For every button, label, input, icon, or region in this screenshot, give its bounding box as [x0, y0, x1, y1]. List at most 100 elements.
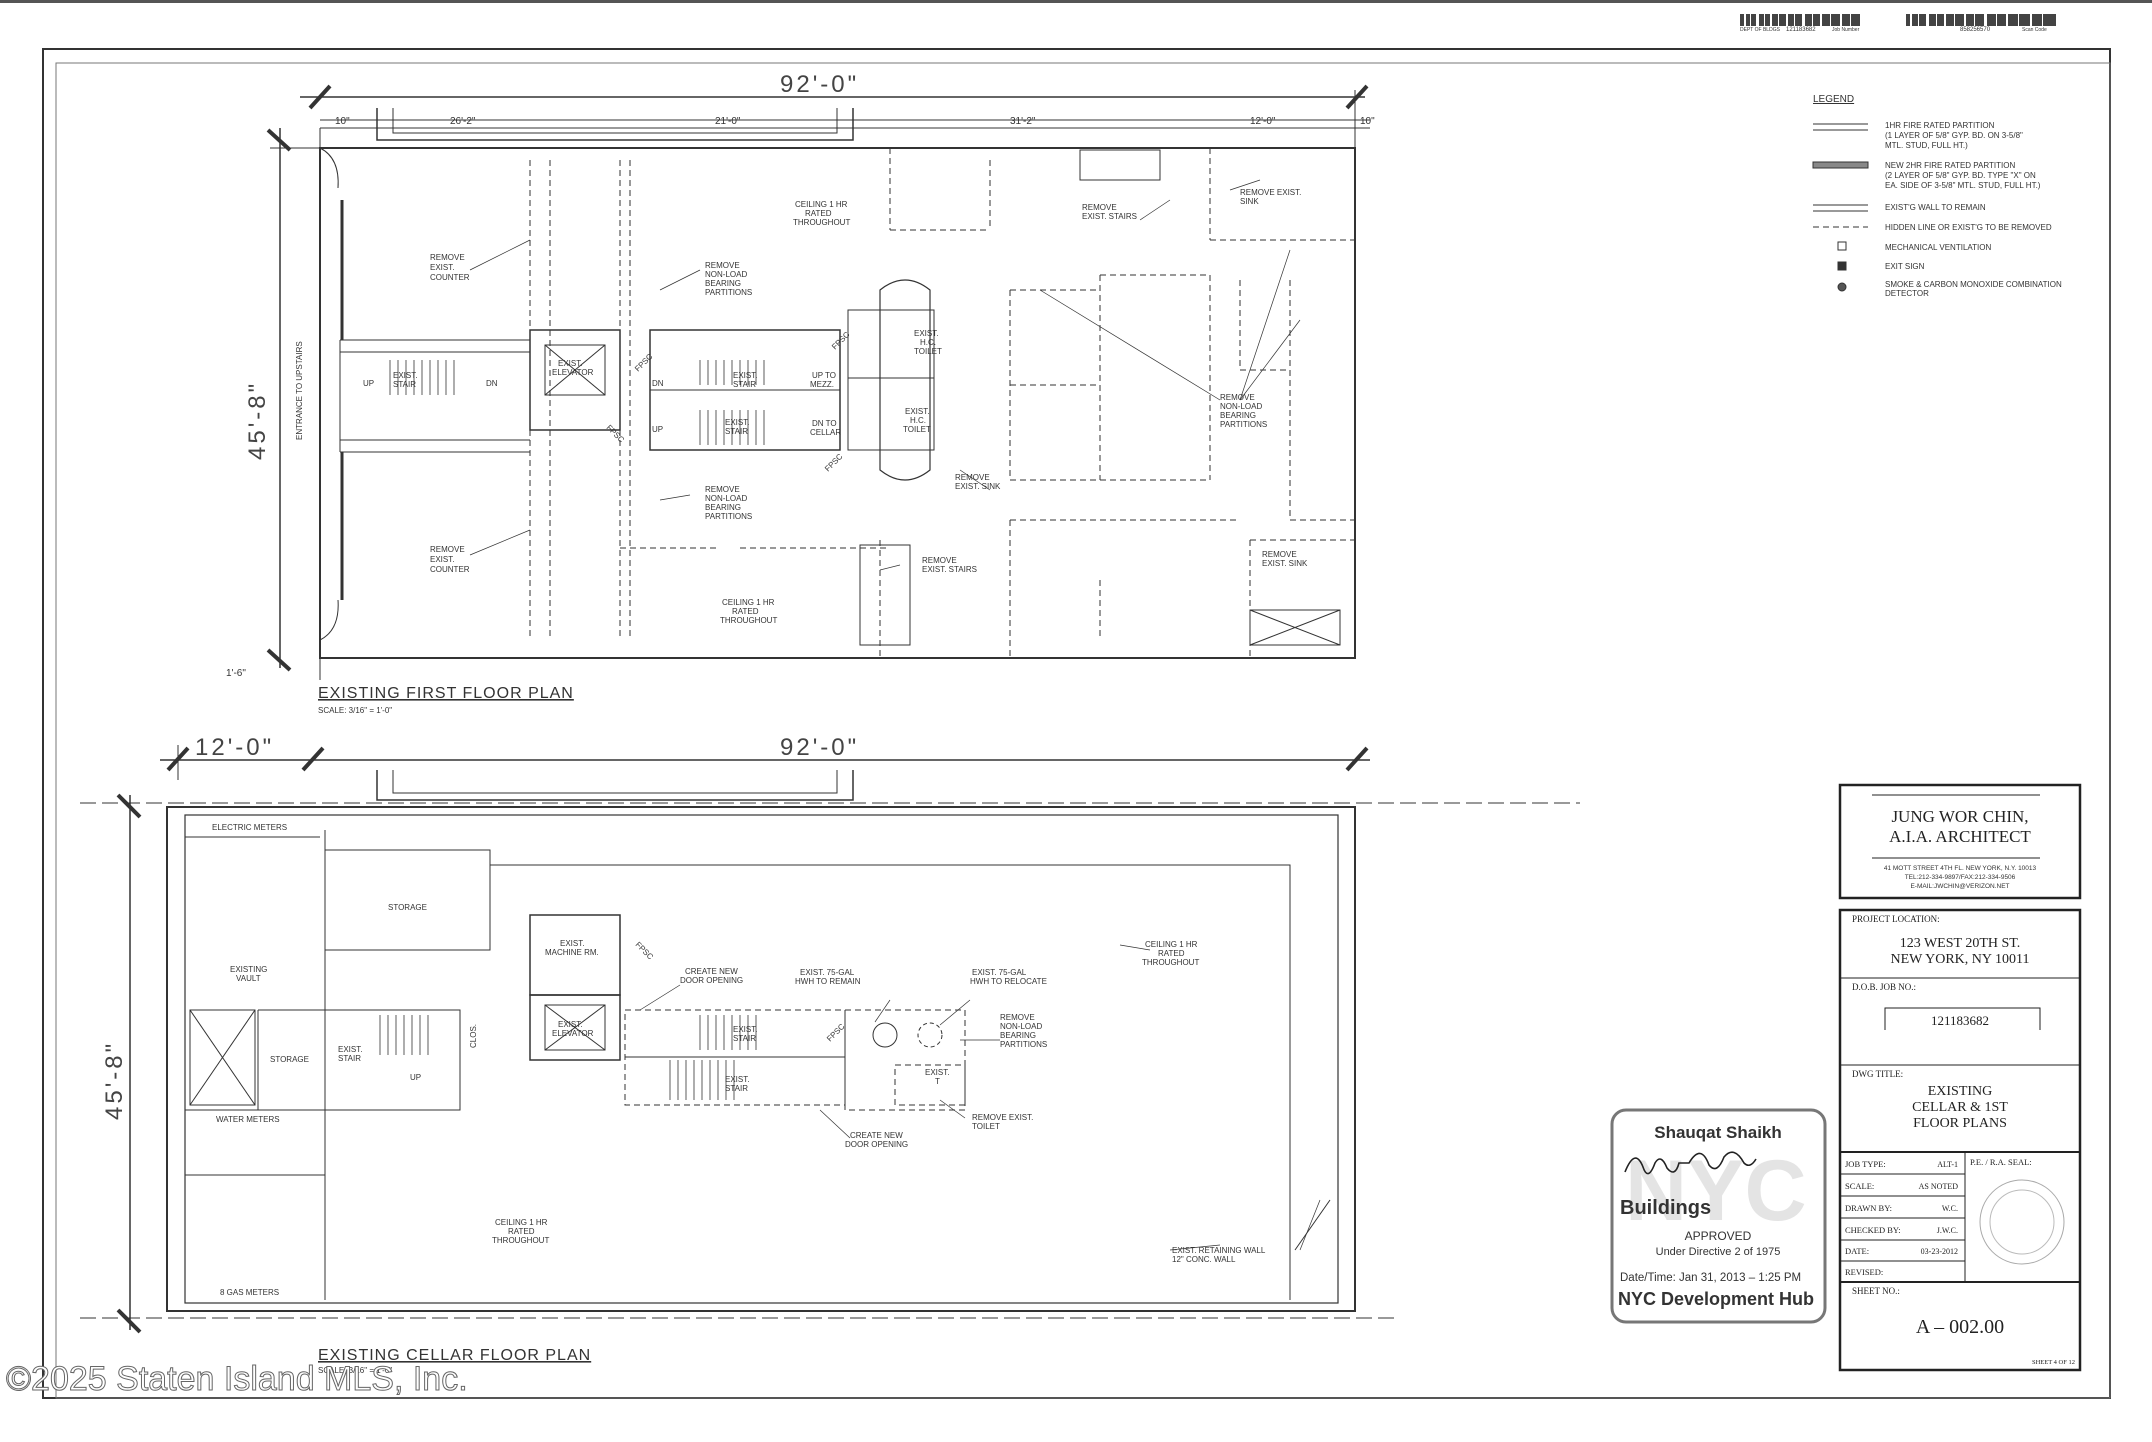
ff-stair-c-1: EXIST. — [725, 418, 749, 427]
cel-vault-1: EXISTING — [230, 965, 267, 974]
cel-part-1: REMOVE — [1000, 1013, 1035, 1022]
ff-stair-b-1: EXIST. — [733, 371, 757, 380]
row-date-value: 03-23-2012 — [1921, 1247, 1958, 1256]
cel-door-1: CREATE NEW — [685, 967, 738, 976]
ff-toilet-a-2: H.C. — [920, 338, 936, 347]
architect-email: E-MAIL:JWCHIN@VERIZON.NET — [1910, 883, 2009, 890]
cel-vault-2: VAULT — [236, 974, 261, 983]
cel-machine-1: EXIST. — [560, 939, 584, 948]
cellar-labels: 12'-0" 92'-0" 45'-8" EXISTING CELLAR FLO… — [101, 734, 1266, 1375]
scan-code-label: Scan Code — [2022, 27, 2047, 33]
legend-2-a: NEW 2HR FIRE RATED PARTITION — [1885, 161, 2015, 170]
project-address-2: NEW YORK, NY 10011 — [1891, 952, 2030, 967]
ff-entrance: ENTRANCE TO UPSTAIRS — [295, 341, 304, 440]
ff-note-part2-4: PARTITIONS — [705, 512, 752, 521]
ff-note-part-1: REMOVE — [705, 261, 740, 270]
cel-depth: 45'-8" — [101, 1041, 128, 1120]
cel-toilet-1: REMOVE EXIST. — [972, 1113, 1033, 1122]
legend-4: HIDDEN LINE OR EXIST'G TO BE REMOVED — [1885, 223, 2052, 232]
cel-storage-a: STORAGE — [388, 903, 427, 912]
ff-note-counter2-2: EXIST. — [430, 555, 454, 564]
sheet-of: SHEET 4 OF 12 — [2032, 1359, 2075, 1366]
legend-2-b: (2 LAYER OF 5/8" GYP. BD. TYPE "X" ON — [1885, 171, 2036, 180]
cel-part-2: NON-LOAD — [1000, 1022, 1042, 1031]
ff-note-part3-4: PARTITIONS — [1220, 420, 1267, 429]
ff-sink-1: REMOVE EXIST. — [1240, 188, 1301, 197]
row-checked-value: J.W.C. — [1937, 1226, 1958, 1235]
mls-watermark: ©2025 Staten Island MLS, Inc. — [6, 1360, 468, 1398]
cel-retaining-2: 12" CONC. WALL — [1172, 1255, 1236, 1264]
cel-electric: ELECTRIC METERS — [212, 823, 287, 832]
cel-hwh-b-2: HWH TO RELOCATE — [970, 977, 1047, 986]
ff-stairs2-2: EXIST. STAIRS — [922, 565, 977, 574]
stamp-directive: Under Directive 2 of 1975 — [1656, 1246, 1781, 1258]
row-scale-value: AS NOTED — [1919, 1182, 1959, 1191]
ff-note-part3-3: BEARING — [1220, 411, 1256, 420]
ff-sink2-1: REMOVE — [955, 473, 990, 482]
ff-toilet-a-3: TOILET — [914, 347, 942, 356]
cel-ceiling-3: THROUGHOUT — [1142, 958, 1199, 967]
architect-name: JUNG WOR CHIN, — [1891, 807, 2028, 826]
cel-left-width: 12'-0" — [195, 734, 274, 761]
cel-t-2: T — [935, 1077, 940, 1086]
cel-door-2: DOOR OPENING — [680, 976, 743, 985]
ff-note-part2-1: REMOVE — [705, 485, 740, 494]
cel-elev-1: EXIST. — [558, 1020, 582, 1029]
ff-note-counter2-3: COUNTER — [430, 565, 470, 574]
ff-elev-2: ELEVATOR — [552, 368, 594, 377]
architectural-sheet: DEPT OF BLDGS 121183682 Job Number 85825… — [0, 0, 2152, 1399]
row-drawn-label: DRAWN BY: — [1845, 1203, 1892, 1213]
cel-storage-b: STORAGE — [270, 1055, 309, 1064]
project-address-1: 123 WEST 20TH ST. — [1900, 936, 2021, 951]
ff-fpsc-d: FPSC — [823, 452, 845, 474]
ff-toilet-b-3: TOILET — [903, 425, 931, 434]
legend-1-a: 1HR FIRE RATED PARTITION — [1885, 121, 1995, 130]
ff-ceiling-2: RATED — [805, 209, 832, 218]
ff-toilet-b-1: EXIST. — [905, 407, 929, 416]
ff-note-counter2-1: REMOVE — [430, 545, 465, 554]
legend-title: LEGEND — [1813, 94, 1854, 105]
ff-ceiling2-2: RATED — [732, 607, 759, 616]
cel-ceiling2-2: RATED — [508, 1227, 535, 1236]
ff-note-counter-2: EXIST. — [430, 263, 454, 272]
cel-gas: 8 GAS METERS — [220, 1288, 279, 1297]
dwg-title-2: CELLAR & 1ST — [1912, 1100, 2008, 1115]
ff-dn-b: DN — [652, 379, 664, 388]
dwg-title-label: DWG TITLE: — [1852, 1069, 1903, 1079]
ff-sink-2: SINK — [1240, 197, 1259, 206]
ff-sink3-2: EXIST. SINK — [1262, 559, 1308, 568]
row-date-label: DATE: — [1845, 1246, 1869, 1256]
cel-fpsc-a: FPSC — [634, 940, 656, 962]
ff-sink3-1: REMOVE — [1262, 550, 1297, 559]
ff-stairs-1: REMOVE — [1082, 203, 1117, 212]
ff-offset: 1'-6" — [226, 668, 246, 679]
ff-note-part2-2: NON-LOAD — [705, 494, 747, 503]
ff-depth: 45'-8" — [244, 381, 271, 460]
ff-note-part3-1: REMOVE — [1220, 393, 1255, 402]
cel-stair-c-2: STAIR — [725, 1084, 748, 1093]
cel-part-3: BEARING — [1000, 1031, 1036, 1040]
barcode-scan: 858256570 Scan Code — [1906, 14, 2056, 33]
ff-stair-a-1: EXIST. — [393, 371, 417, 380]
cel-machine-2: MACHINE RM. — [545, 948, 599, 957]
dob-number: 121183682 — [1786, 27, 1816, 33]
cel-elev-2: ELEVATOR — [552, 1029, 594, 1038]
row-revised-label: REVISED: — [1845, 1267, 1883, 1277]
ff-seg-3: 21'-0" — [715, 116, 741, 127]
legend-7-a: SMOKE & CARBON MONOXIDE COMBINATION — [1885, 280, 2062, 289]
ff-ceiling-1: CEILING 1 HR — [795, 200, 848, 209]
row-drawn-value: W.C. — [1942, 1204, 1958, 1213]
cel-door2-2: DOOR OPENING — [845, 1140, 908, 1149]
row-job-type-value: ALT-1 — [1937, 1160, 1958, 1169]
ff-mezz-1: UP TO — [812, 371, 836, 380]
ff-seg-5: 12'-0" — [1250, 116, 1276, 127]
cel-hwh-a-1: EXIST. 75-GAL — [800, 968, 855, 977]
cel-clos: CLOS. — [469, 1024, 478, 1048]
cel-stair-b-1: EXIST. — [733, 1025, 757, 1034]
stamp-name: Shauqat Shaikh — [1654, 1123, 1782, 1142]
scan-code: 858256570 — [1960, 27, 1991, 33]
seal-label: P.E. / R.A. SEAL: — [1970, 1157, 2032, 1167]
cel-door2-1: CREATE NEW — [850, 1131, 903, 1140]
ff-ceiling2-1: CEILING 1 HR — [722, 598, 775, 607]
cel-stair-c-1: EXIST. — [725, 1075, 749, 1084]
